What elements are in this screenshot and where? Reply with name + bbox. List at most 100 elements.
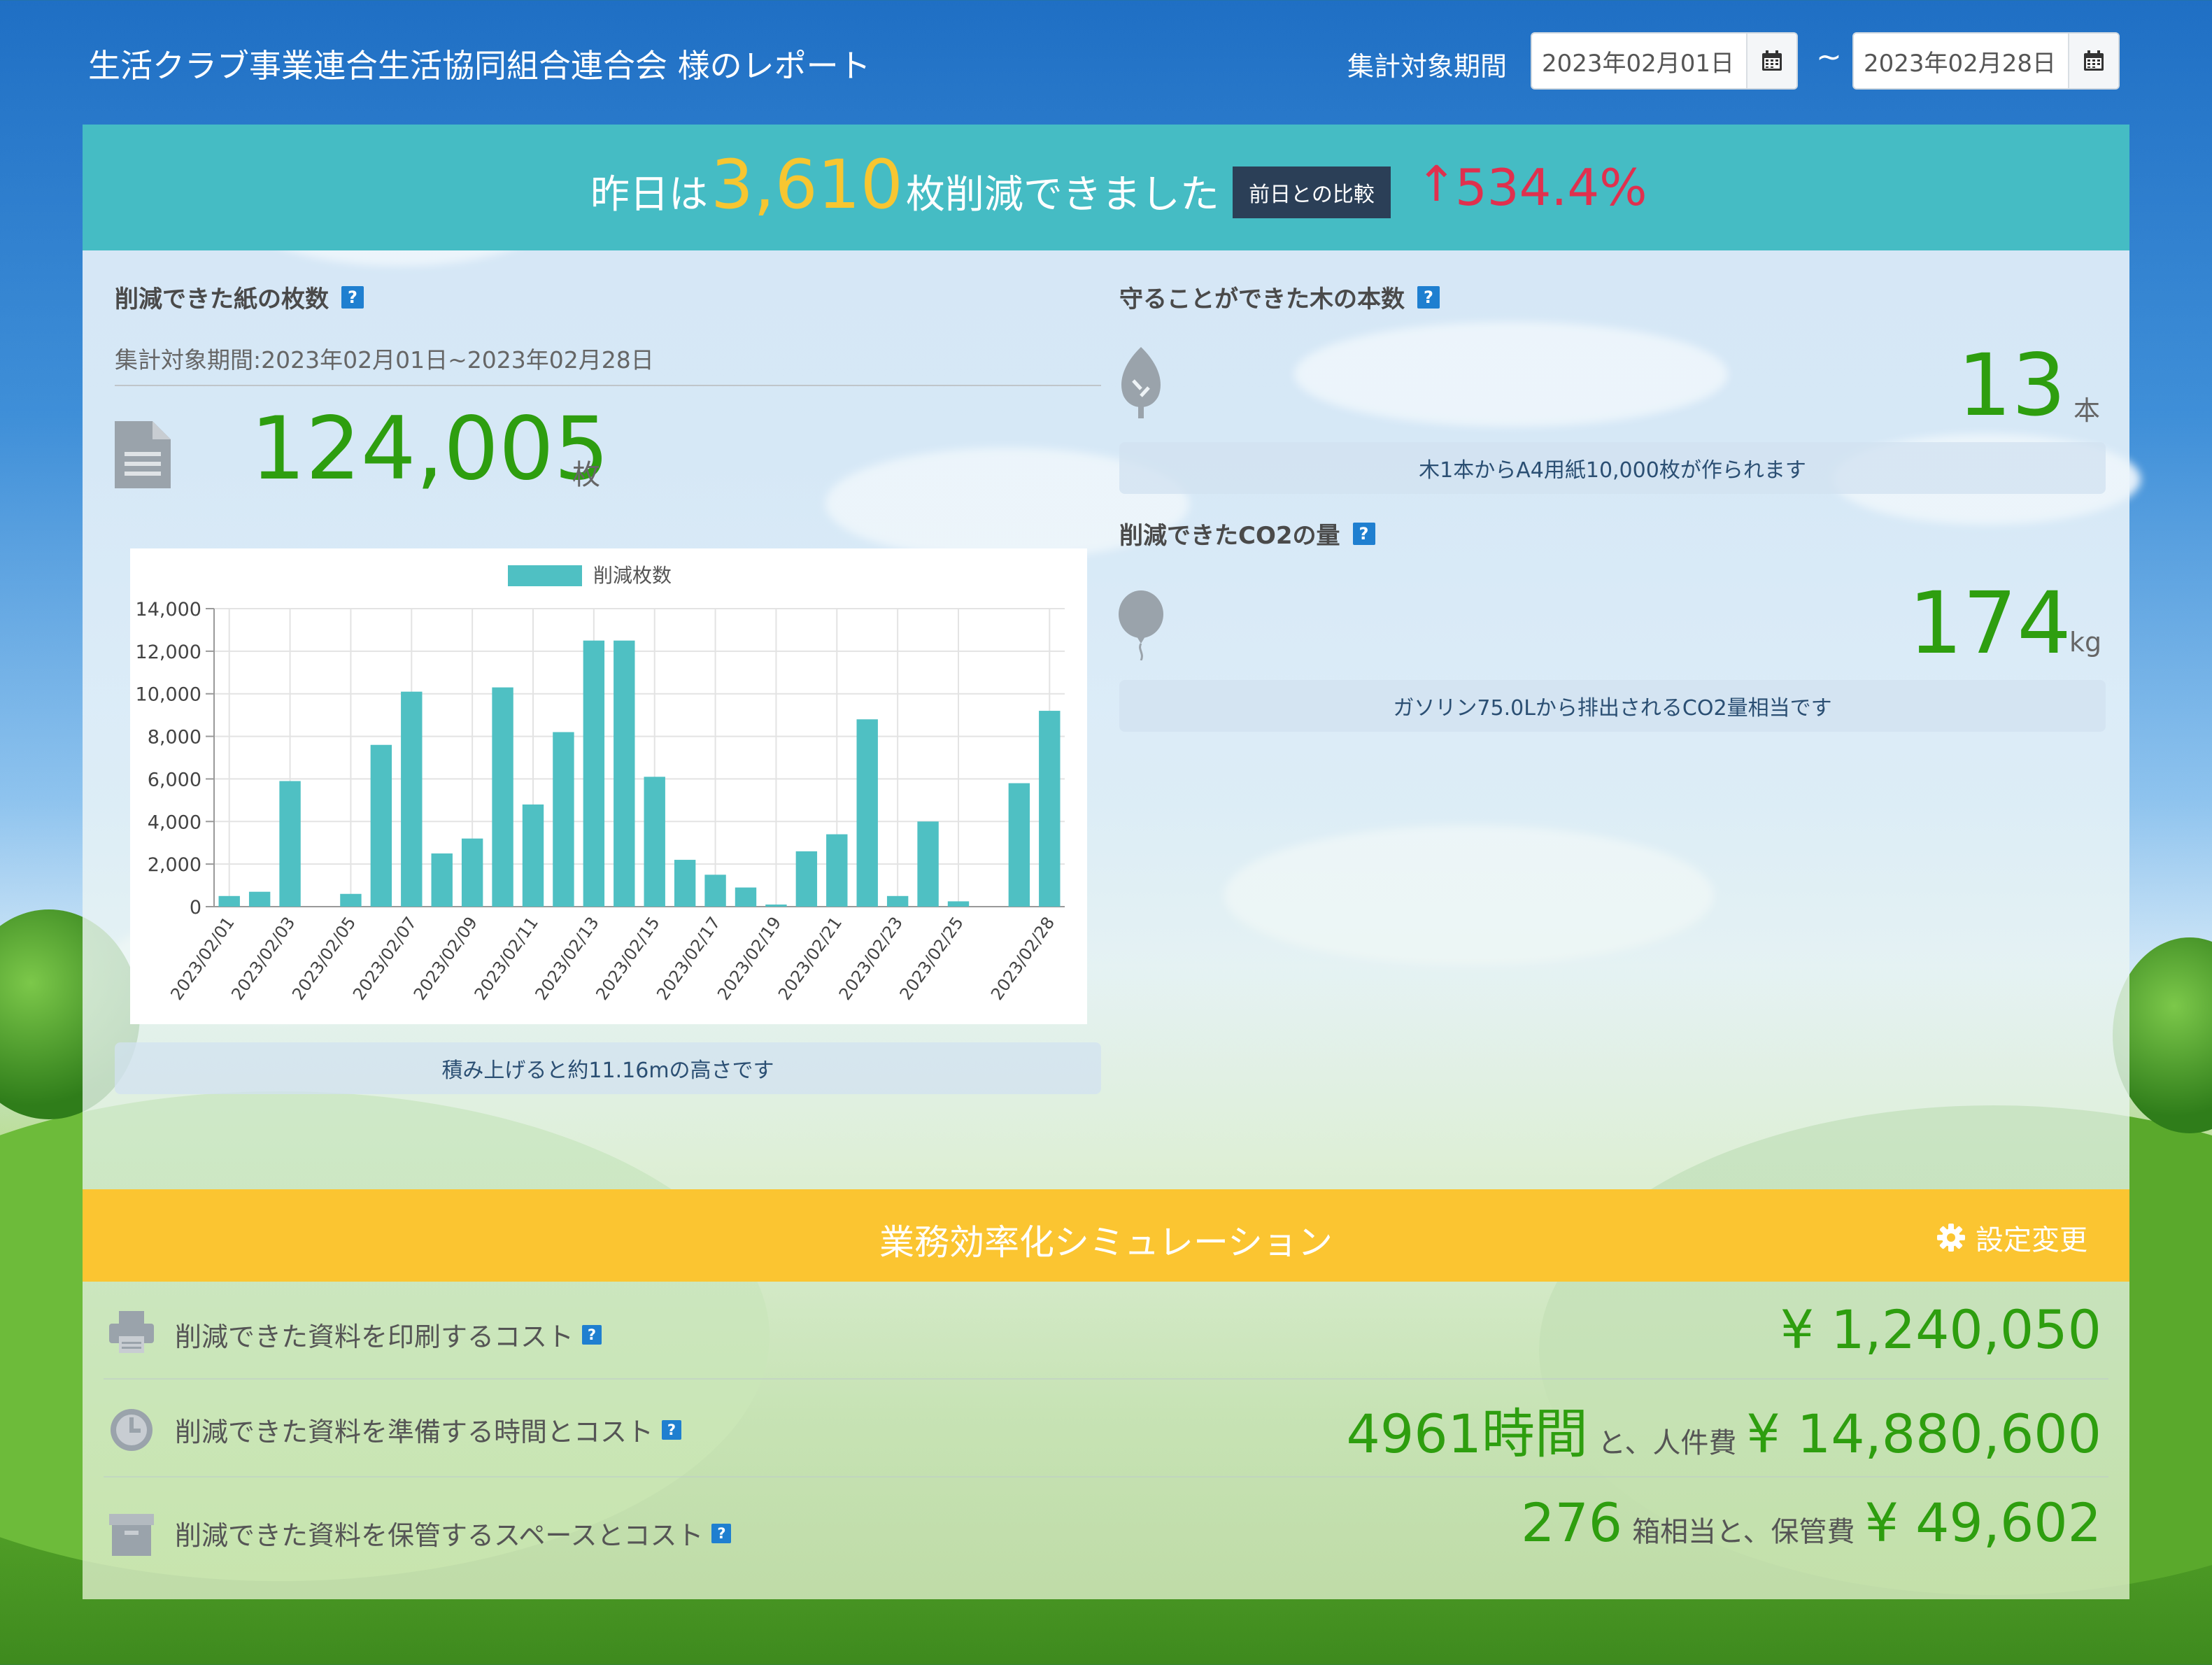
date-range-separator: ~: [1816, 39, 1842, 75]
bar: [614, 640, 635, 907]
bar: [461, 838, 483, 907]
x-tick-label: 2023/02/13: [531, 913, 602, 1003]
settings-label: 設定変更: [1976, 1224, 2087, 1256]
gear-icon: [1937, 1224, 1965, 1252]
paper-title-text: 削減できた紙の枚数: [115, 285, 329, 313]
document-icon: [115, 421, 171, 488]
bar: [401, 691, 423, 907]
x-tick-label: 2023/02/28: [987, 913, 1058, 1003]
simulation-title: 業務効率化シミュレーション: [879, 1222, 1333, 1263]
x-tick-label: 2023/02/23: [835, 913, 907, 1003]
box-icon: [109, 1514, 154, 1556]
y-tick-label: 4,000: [148, 812, 201, 833]
sim-label-storage: 削減できた資料を保管するスペースとコスト: [175, 1520, 704, 1551]
sim-row-prep-time: 削減できた資料を準備する時間とコスト ? 4961時間 と、人件費 ¥ 14,8…: [83, 1380, 2129, 1478]
help-icon[interactable]: ?: [1352, 522, 1375, 545]
storage-connector: 箱相当と、保管費: [1632, 1516, 1855, 1548]
calendar-icon: [1762, 50, 1782, 71]
date-from-picker: [1531, 32, 1798, 90]
bar: [340, 893, 362, 907]
print-cost-value: ¥ 1,240,050: [1780, 1298, 2101, 1361]
x-tick-label: 2023/02/25: [896, 913, 967, 1003]
bar: [218, 895, 240, 907]
yesterday-banner: 昨日は 3,610 枚削減できました 前日との比較 ↑ 534.4%: [83, 125, 2129, 250]
calendar-icon: [2084, 50, 2104, 71]
legend-label: 削減枚数: [593, 564, 672, 587]
prep-connector: と、人件費: [1597, 1427, 1737, 1459]
x-tick-label: 2023/02/05: [288, 913, 360, 1003]
y-tick-label: 0: [190, 897, 201, 919]
bar: [856, 719, 878, 907]
bar: [279, 781, 301, 907]
bar: [522, 804, 544, 907]
x-tick-label: 2023/02/19: [714, 913, 785, 1003]
trees-section-title: 守ることができた木の本数 ?: [1119, 280, 1440, 314]
legend-swatch: [508, 565, 582, 586]
up-arrow-icon: ↑: [1416, 155, 1457, 213]
labor-cost-value: ¥ 14,880,600: [1746, 1403, 2101, 1465]
divider: [115, 385, 1101, 386]
bar: [370, 744, 392, 907]
bar: [917, 821, 939, 907]
trees-title-text: 守ることができた木の本数: [1119, 285, 1405, 313]
date-to-input[interactable]: [1854, 34, 2068, 88]
trees-unit: 本: [2073, 395, 2101, 426]
report-header: 生活クラブ事業連合生活協同組合連合会 様のレポート 集計対象期間 ~: [0, 0, 2212, 123]
y-tick-label: 6,000: [148, 769, 201, 791]
co2-section-title: 削減できたCO2の量 ?: [1119, 516, 1375, 551]
printer-icon: [109, 1311, 154, 1353]
help-icon[interactable]: ?: [662, 1419, 682, 1440]
tree-icon: [1121, 347, 1161, 418]
y-tick-label: 8,000: [148, 727, 201, 749]
y-tick-label: 10,000: [136, 684, 201, 706]
storage-cost-value: ¥ 49,602: [1864, 1492, 2101, 1554]
x-tick-label: 2023/02/11: [471, 913, 542, 1003]
paper-reduction-chart: 削減枚数 0 2,000 4,000 6,000 8,000 10,000 12,000 14,…: [130, 548, 1087, 1024]
settings-change-button[interactable]: 設定変更: [1936, 1217, 2087, 1258]
clock-icon: [111, 1409, 153, 1451]
prep-hours: 4961時間: [1346, 1403, 1588, 1465]
help-icon[interactable]: ?: [341, 285, 364, 309]
date-from-input[interactable]: [1532, 34, 1746, 88]
bar: [431, 853, 453, 907]
bar: [886, 895, 909, 907]
bar: [795, 851, 818, 907]
x-tick-label: 2023/02/09: [410, 913, 481, 1003]
co2-note: ガソリン75.0Lから排出されるCO2量相当です: [1119, 680, 2106, 732]
banner-prefix: 昨日は: [590, 172, 708, 218]
bar-chart: 削減枚数 0 2,000 4,000 6,000 8,000 10,000 12,000 14,…: [136, 564, 1065, 1004]
balloon-icon: [1119, 590, 1163, 660]
date-to-picker: [1852, 32, 2120, 90]
co2-unit: kg: [2069, 627, 2102, 658]
x-tick-label: 2023/02/01: [166, 913, 238, 1003]
x-tick-label: 2023/02/07: [349, 913, 420, 1003]
date-to-calendar-button[interactable]: [2068, 34, 2118, 88]
report-title: 生活クラブ事業連合生活協同組合連合会 様のレポート: [88, 47, 871, 85]
trees-count: 13: [1957, 336, 2066, 435]
compare-badge: 前日との比較: [1233, 166, 1391, 218]
date-from-calendar-button[interactable]: [1746, 34, 1796, 88]
x-tick-label: 2023/02/17: [653, 913, 724, 1003]
co2-amount: 174: [1908, 574, 2071, 673]
change-percent: 534.4%: [1455, 158, 1647, 217]
bar: [553, 732, 574, 907]
help-icon[interactable]: ?: [582, 1324, 602, 1345]
sim-label-prep: 削減できた資料を準備する時間とコスト: [175, 1417, 654, 1447]
help-icon[interactable]: ?: [1417, 285, 1440, 309]
bar: [826, 834, 848, 907]
co2-title-text: 削減できたCO2の量: [1119, 522, 1340, 550]
sim-row-storage: 削減できた資料を保管するスペースとコスト ? 276 箱相当と、保管費 ¥ 49…: [83, 1478, 2129, 1575]
bar: [583, 640, 605, 907]
storage-boxes: 276: [1521, 1492, 1623, 1554]
paper-period: 集計対象期間:2023年02月01日~2023年02月28日: [115, 346, 654, 374]
sim-row-print-cost: 削減できた資料を印刷するコスト ? ¥ 1,240,050: [83, 1282, 2129, 1380]
help-icon[interactable]: ?: [711, 1523, 732, 1543]
bar: [492, 687, 513, 907]
x-tick-label: 2023/02/03: [227, 913, 299, 1003]
x-tick-label: 2023/02/15: [592, 913, 663, 1003]
bar: [765, 904, 787, 907]
report-panel: 昨日は 3,610 枚削減できました 前日との比較 ↑ 534.4% 削減できた…: [83, 125, 2129, 1599]
paper-height-note: 積み上げると約11.16mの高さです: [115, 1042, 1101, 1094]
bar: [674, 860, 696, 907]
x-tick-label: 2023/02/21: [774, 913, 846, 1003]
